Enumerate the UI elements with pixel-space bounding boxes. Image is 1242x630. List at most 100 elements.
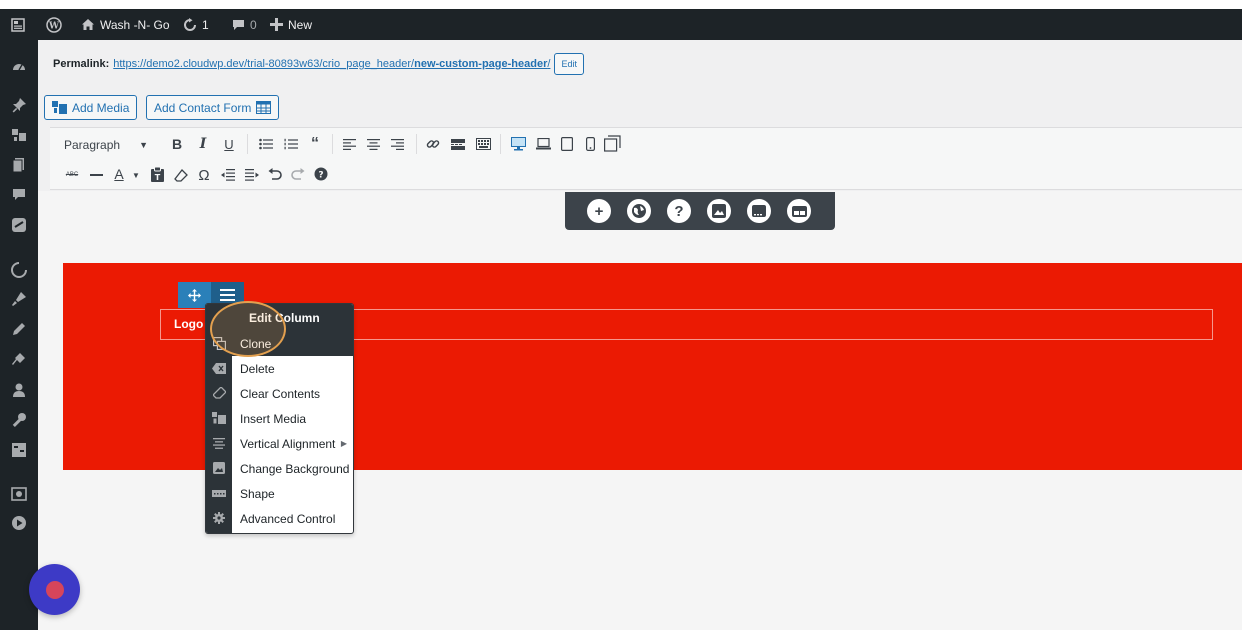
layout-icon[interactable] xyxy=(787,199,811,223)
table-icon xyxy=(256,101,272,114)
add-contact-form-button[interactable]: Add Contact Form xyxy=(146,95,280,120)
blockquote-icon[interactable]: “ xyxy=(306,135,324,153)
desktop-icon[interactable] xyxy=(509,135,527,153)
shape-icon xyxy=(211,485,227,501)
camera-icon[interactable] xyxy=(11,486,27,502)
laptop-icon[interactable] xyxy=(534,135,552,153)
align-icon xyxy=(211,435,227,451)
help-icon[interactable]: ? xyxy=(312,165,330,183)
strikethrough-icon[interactable]: ABC xyxy=(63,166,81,184)
pin-icon[interactable] xyxy=(11,97,27,113)
pages-icon[interactable] xyxy=(11,157,27,173)
text-color-dropdown-icon[interactable]: ▼ xyxy=(127,166,145,184)
settings-icon[interactable] xyxy=(11,442,27,458)
edit-column-menu: Edit Column Clone Delete Clear Contents … xyxy=(205,303,354,534)
image-icon[interactable] xyxy=(707,199,731,223)
toolbar-toggle-icon[interactable] xyxy=(474,135,492,153)
menu-item-shape[interactable]: Shape xyxy=(206,481,353,506)
italic-icon[interactable]: I xyxy=(194,135,212,153)
menu-item-delete[interactable]: Delete xyxy=(206,356,353,381)
eraser-icon xyxy=(211,385,227,401)
menu-item-advanced-control[interactable]: Advanced Control xyxy=(206,506,353,531)
align-left-icon[interactable] xyxy=(340,135,358,153)
page: W Wash -N- Go 1 0 New Permalink: https:/… xyxy=(0,0,1242,630)
permalink-url[interactable]: https://demo2.cloudwp.dev/trial-80893w63… xyxy=(113,58,550,70)
horizontal-line-icon[interactable] xyxy=(87,166,105,184)
align-right-icon[interactable] xyxy=(388,135,406,153)
logo-text: Logo xyxy=(174,317,204,331)
permalink-edit-button[interactable]: Edit xyxy=(554,53,584,75)
customize-icon[interactable] xyxy=(11,291,27,307)
permalink-label: Permalink: xyxy=(53,58,110,70)
record-icon xyxy=(45,580,64,599)
gallery-icon[interactable] xyxy=(747,199,771,223)
site-name-link[interactable]: Wash -N- Go xyxy=(81,9,170,40)
comments-link[interactable]: 0 xyxy=(232,9,257,40)
permalink-bar: Permalink: https://demo2.cloudwp.dev/tri… xyxy=(53,52,584,76)
bold-icon[interactable]: B xyxy=(168,135,186,153)
delete-icon xyxy=(211,360,227,376)
clear-formatting-icon[interactable] xyxy=(172,166,190,184)
dashboard-icon[interactable] xyxy=(11,59,27,75)
updates-count: 1 xyxy=(202,17,209,32)
forms-icon[interactable] xyxy=(11,217,27,233)
add-media-button[interactable]: Add Media xyxy=(44,95,138,120)
floating-action-button[interactable] xyxy=(29,564,80,615)
edit-icon[interactable] xyxy=(11,321,27,337)
menu-item-clone[interactable]: Clone xyxy=(206,331,353,356)
plugins-icon[interactable] xyxy=(11,351,27,367)
media-icon[interactable] xyxy=(11,127,27,143)
paste-text-icon[interactable]: T xyxy=(148,165,166,183)
menu-item-clear-contents[interactable]: Clear Contents xyxy=(206,381,353,406)
new-content-link[interactable]: New xyxy=(270,9,312,40)
help-icon[interactable]: ? xyxy=(667,199,691,223)
editor-toolbar: Paragraph ▼ B I U “ ABC A ▼ T Ω ? xyxy=(50,127,1242,190)
svg-text:W: W xyxy=(48,21,60,31)
undo-icon[interactable] xyxy=(266,165,284,183)
theme-icon[interactable] xyxy=(11,262,27,278)
media-icon xyxy=(211,410,227,426)
menu-item-insert-media[interactable]: Insert Media xyxy=(206,406,353,431)
admin-bar: W Wash -N- Go 1 0 New xyxy=(0,9,1242,40)
svg-text:T: T xyxy=(154,173,160,182)
menu-title: Edit Column xyxy=(206,304,353,331)
wordpress-logo-icon[interactable]: W xyxy=(46,9,62,40)
media-icon xyxy=(52,101,67,114)
special-character-icon[interactable]: Ω xyxy=(195,166,213,184)
align-center-icon[interactable] xyxy=(364,135,382,153)
menu-item-change-background[interactable]: Change Background xyxy=(206,456,353,481)
tablet-icon[interactable] xyxy=(558,135,576,153)
comments-icon[interactable] xyxy=(11,187,27,203)
users-icon[interactable] xyxy=(11,382,27,398)
svg-text:?: ? xyxy=(318,171,323,181)
site-name: Wash -N- Go xyxy=(100,17,170,32)
add-icon[interactable]: + xyxy=(587,199,611,223)
read-more-icon[interactable] xyxy=(449,135,467,153)
comments-count: 0 xyxy=(250,17,257,32)
outdent-icon[interactable] xyxy=(219,166,237,184)
globe-icon[interactable] xyxy=(627,199,651,223)
bullet-list-icon[interactable] xyxy=(257,135,275,153)
redo-icon[interactable] xyxy=(289,165,307,183)
admin-side-menu xyxy=(0,40,38,630)
sidebar-toggle-icon[interactable] xyxy=(11,9,25,40)
new-label: New xyxy=(288,17,313,32)
indent-icon[interactable] xyxy=(243,166,261,184)
play-icon[interactable] xyxy=(11,515,27,531)
updates-link[interactable]: 1 xyxy=(183,9,209,40)
home-icon xyxy=(82,19,94,30)
text-color-icon[interactable]: A xyxy=(110,165,128,183)
gear-icon xyxy=(211,510,227,526)
submenu-arrow-icon: ▶ xyxy=(340,439,347,448)
tools-icon[interactable] xyxy=(11,412,27,428)
menu-item-vertical-alignment[interactable]: Vertical Alignment ▶ xyxy=(206,431,353,456)
background-icon xyxy=(211,460,227,476)
fullscreen-icon[interactable] xyxy=(603,134,621,152)
underline-icon[interactable]: U xyxy=(220,135,238,153)
clone-icon xyxy=(211,335,227,351)
link-icon[interactable] xyxy=(424,135,442,153)
numbered-list-icon[interactable] xyxy=(282,135,300,153)
phone-icon[interactable] xyxy=(581,135,599,153)
updates-icon xyxy=(184,17,196,31)
format-select[interactable]: Paragraph ▼ xyxy=(58,133,154,157)
